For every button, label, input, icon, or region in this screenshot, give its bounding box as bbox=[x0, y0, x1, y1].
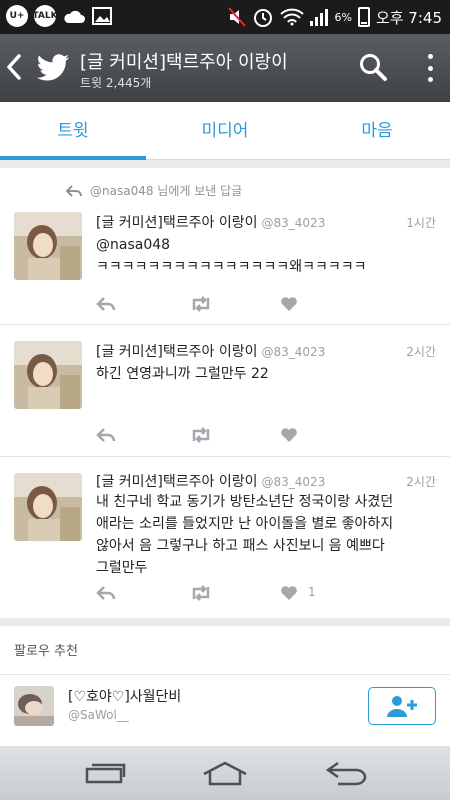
retweet-icon[interactable] bbox=[190, 425, 212, 445]
active-tab-indicator bbox=[0, 156, 146, 160]
back-button[interactable] bbox=[6, 50, 28, 84]
tweet-text: 내 친구네 학교 동기가 방탄소년단 정국이랑 사겼던 애라는 소리를 들었지만… bbox=[96, 491, 436, 579]
avatar[interactable] bbox=[14, 473, 82, 541]
author-handle: @83_4023 bbox=[261, 475, 326, 489]
home-button[interactable] bbox=[200, 756, 250, 790]
tweet-text-line: 그럴만두 bbox=[96, 560, 148, 576]
add-user-icon bbox=[387, 696, 417, 717]
reply-context-text: @nasa048 님에게 보낸 답글 bbox=[90, 184, 243, 198]
status-bar: U+ TALK 6% 오후 7:45 bbox=[0, 0, 450, 34]
tweet-actions bbox=[96, 425, 416, 445]
cloud-icon bbox=[64, 10, 85, 23]
battery-percent: 6% bbox=[334, 10, 352, 24]
tweet-item[interactable]: [글 커미션]택르주아 이랑이 @83_4023 2시간 내 친구네 학교 동기가… bbox=[0, 457, 450, 617]
like-icon[interactable] bbox=[280, 583, 298, 603]
reply-icon[interactable] bbox=[96, 425, 116, 445]
system-nav-bar bbox=[0, 746, 450, 800]
status-right-icons: 6% 오후 7:45 bbox=[228, 6, 442, 28]
tweet-timeline[interactable]: @nasa048 님에게 보낸 답글 [글 커미션]택르주아 이랑이 @83_40… bbox=[0, 168, 450, 618]
follow-button[interactable] bbox=[368, 687, 436, 725]
tab-tweets[interactable]: 트윗 bbox=[0, 102, 146, 160]
tweet-time: 2시간 bbox=[406, 345, 436, 359]
u-plus-icon: U+ bbox=[6, 5, 28, 27]
retweet-icon[interactable] bbox=[190, 294, 212, 314]
author-handle: @83_4023 bbox=[261, 216, 326, 230]
tweet-text: 하긴 연영과니까 그럴만두 22 bbox=[96, 363, 436, 385]
tweet-item[interactable]: [글 커미션]택르주아 이랑이 @83_4023 1시간 @nasa048 ㅋㅋㅋ… bbox=[0, 206, 450, 336]
tweet-time: 1시간 bbox=[406, 216, 436, 230]
search-button[interactable] bbox=[358, 52, 388, 82]
tweet-text: @nasa048 ㅋㅋㅋㅋㅋㅋㅋㅋㅋㅋㅋㅋㅋㅋㅋ왜ㅋㅋㅋㅋㅋ bbox=[96, 234, 436, 278]
profile-tabs: 트윗 미디어 마음 bbox=[0, 102, 450, 160]
reply-icon[interactable] bbox=[96, 294, 116, 314]
tweet-author[interactable]: [글 커미션]택르주아 이랑이 @83_4023 bbox=[96, 471, 325, 491]
avatar[interactable] bbox=[14, 341, 82, 409]
suggested-user-name[interactable]: [♡호야♡]사월단비 bbox=[68, 686, 181, 706]
follow-suggestions-title: 팔로우 추천 bbox=[14, 644, 78, 659]
author-name: [글 커미션]택르주아 이랑이 bbox=[96, 344, 258, 360]
tweet-author[interactable]: [글 커미션]택르주아 이랑이 @83_4023 bbox=[96, 212, 325, 232]
author-name: [글 커미션]택르주아 이랑이 bbox=[96, 215, 258, 231]
tweet-actions: 1 bbox=[96, 583, 416, 603]
avatar[interactable] bbox=[14, 212, 82, 280]
signal-icon bbox=[310, 8, 329, 26]
recent-apps-button[interactable] bbox=[80, 756, 130, 790]
page-title: [글 커미션]택르주아 이랑이 bbox=[80, 52, 288, 73]
mute-icon bbox=[228, 7, 247, 27]
gallery-icon bbox=[92, 7, 112, 25]
like-count: 1 bbox=[308, 585, 316, 599]
tweet-text-line: ㅋㅋㅋㅋㅋㅋㅋㅋㅋㅋㅋㅋㅋㅋㅋ왜ㅋㅋㅋㅋㅋ bbox=[96, 259, 367, 275]
tweet-text-line: 애라는 소리를 들었지만 난 아이돌을 별로 좋아하지 bbox=[96, 516, 394, 532]
like-icon[interactable] bbox=[280, 425, 298, 445]
tweet-text-line: 하긴 연영과니까 그럴만두 22 bbox=[96, 366, 269, 382]
back-system-icon bbox=[325, 761, 367, 786]
tweet-text-line: @nasa048 bbox=[96, 237, 171, 253]
more-options-button[interactable] bbox=[420, 50, 440, 86]
author-handle: @83_4023 bbox=[261, 345, 326, 359]
recent-apps-icon bbox=[85, 763, 126, 784]
tweet-item[interactable]: [글 커미션]택르주아 이랑이 @83_4023 2시간 하긴 연영과니까 그럴만… bbox=[0, 325, 450, 455]
section-divider bbox=[0, 674, 450, 675]
reply-icon[interactable] bbox=[96, 583, 116, 603]
tweet-text-line: 않아서 음 그렇구나 하고 패스 사진보니 음 예쁘다 bbox=[96, 538, 385, 554]
avatar[interactable] bbox=[14, 686, 54, 726]
status-left-icons: U+ TALK bbox=[6, 5, 112, 27]
follow-suggestions: 팔로우 추천 [♡호야♡]사월단비 @SaWol__ bbox=[0, 626, 450, 746]
alarm-icon bbox=[254, 9, 273, 27]
tweet-time: 2시간 bbox=[406, 475, 436, 489]
profile-header: [글 커미션]택르주아 이랑이 트윗 2,445개 bbox=[0, 34, 450, 102]
tweet-text-line: 내 친구네 학교 동기가 방탄소년단 정국이랑 사겼던 bbox=[96, 494, 394, 510]
battery-icon bbox=[357, 7, 370, 27]
retweet-icon[interactable] bbox=[190, 583, 212, 603]
kakaotalk-icon: TALK bbox=[32, 5, 58, 27]
tab-media[interactable]: 미디어 bbox=[152, 102, 298, 160]
author-name: [글 커미션]택르주아 이랑이 bbox=[96, 474, 258, 490]
suggested-user-handle: @SaWol__ bbox=[68, 708, 129, 722]
like-icon[interactable] bbox=[280, 294, 298, 314]
search-icon bbox=[360, 54, 387, 81]
wifi-icon bbox=[280, 8, 305, 26]
clock: 오후 7:45 bbox=[375, 8, 442, 27]
back-system-button[interactable] bbox=[322, 756, 372, 790]
twitter-bird-icon bbox=[37, 54, 69, 81]
tweet-count: 트윗 2,445개 bbox=[80, 76, 152, 90]
reply-context: @nasa048 님에게 보낸 답글 bbox=[66, 182, 242, 199]
home-icon bbox=[203, 761, 247, 786]
reply-context-icon bbox=[66, 184, 82, 197]
tab-likes[interactable]: 마음 bbox=[304, 102, 450, 160]
back-arrow-icon bbox=[7, 54, 21, 80]
tweet-actions bbox=[96, 294, 416, 314]
tweet-author[interactable]: [글 커미션]택르주아 이랑이 @83_4023 bbox=[96, 341, 325, 361]
